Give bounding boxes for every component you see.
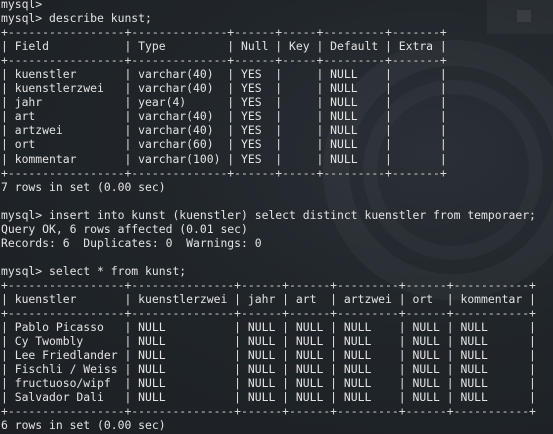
table-border: +-----------------+--------------+------… — [1, 165, 447, 180]
terminal-line: mysql> — [1, 0, 43, 11]
terminal-output: mysql> mysql> describe kunst; +-----------… — [1, 0, 536, 432]
table-row: | art | varchar(40) | YES | | NULL | | — [1, 109, 447, 124]
table-row: | kuenstlerzwei | varchar(40) | YES | | … — [1, 81, 447, 96]
terminal-line: mysql> select * from kunst; — [1, 263, 187, 278]
table-border: +-----------------+---------------+-----… — [1, 306, 536, 321]
table-row: | kommentar | varchar(100) | YES | | NUL… — [1, 151, 447, 166]
table-border: +-----------------+---------------+-----… — [1, 404, 536, 419]
query-status: Query OK, 6 rows affected (0.01 sec) — [1, 221, 248, 236]
table-row: | Lee Friedlander | NULL | NULL | NULL |… — [1, 348, 536, 363]
table-border: +-----------------+--------------+------… — [1, 25, 447, 40]
table-border: +-----------------+--------------+------… — [1, 53, 447, 68]
query-records: Records: 6 Duplicates: 0 Warnings: 0 — [1, 235, 262, 250]
table-header-row: | Field | Type | Null | Key | Default | … — [1, 39, 447, 54]
table-row: | artzwei | varchar(40) | YES | | NULL |… — [1, 123, 447, 138]
terminal-window[interactable]: mysql> mysql> describe kunst; +-----------… — [0, 0, 553, 434]
table-row: | Fischli / Weiss | NULL | NULL | NULL |… — [1, 362, 536, 377]
table-row: | kuenstler | varchar(40) | YES | | NULL… — [1, 67, 447, 82]
table-row: | fructuoso/wipf | NULL | NULL | NULL | … — [1, 376, 536, 391]
terminal-line: mysql> describe kunst; — [1, 11, 152, 26]
terminal-line: mysql> insert into kunst (kuenstler) sel… — [1, 207, 536, 222]
result-summary: 7 rows in set (0.00 sec) — [1, 179, 166, 194]
table-row: | ort | varchar(60) | YES | | NULL | | — [1, 137, 447, 152]
table-row: | Cy Twombly | NULL | NULL | NULL | NULL… — [1, 334, 536, 349]
result-summary: 6 rows in set (0.00 sec) — [1, 418, 166, 433]
table-border: +-----------------+---------------+-----… — [1, 277, 536, 292]
table-row: | jahr | year(4) | YES | | NULL | | — [1, 95, 447, 110]
table-header-row: | kuenstler | kuenstlerzwei | jahr | art… — [1, 291, 536, 306]
table-row: | Salvador Dali | NULL | NULL | NULL | N… — [1, 390, 536, 405]
table-row: | Pablo Picasso | NULL | NULL | NULL | N… — [1, 320, 536, 335]
